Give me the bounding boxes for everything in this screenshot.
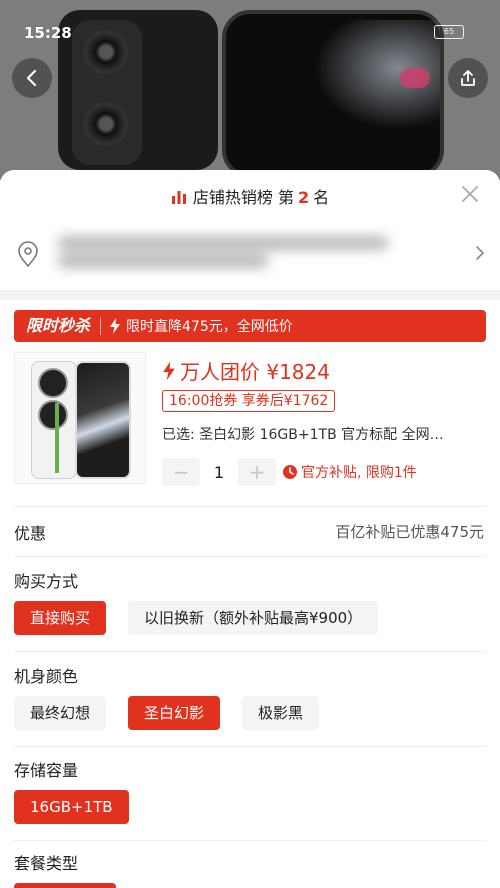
section-divider — [0, 290, 500, 300]
store-ranking[interactable]: 店铺热销榜 第2名 — [0, 184, 500, 208]
discount-row: 优惠 百亿补贴已优惠475元 — [0, 506, 500, 556]
divider — [14, 556, 486, 557]
subsidy-note: 官方补贴, 限购1件 — [282, 462, 417, 482]
status-time: 15:28 — [24, 24, 72, 42]
ranking-prefix: 店铺热销榜 第 — [192, 188, 294, 207]
discount-value: 百亿补贴已优惠475元 — [335, 523, 484, 541]
ranking-suffix: 名 — [313, 188, 330, 207]
divider — [14, 840, 486, 841]
quantity-value[interactable]: 1 — [200, 463, 238, 482]
flash-sale-desc: 限时直降475元，全网低价 — [109, 316, 293, 336]
group-price-text: 万人团价 ¥1824 — [180, 360, 330, 384]
discount-label: 优惠 — [14, 524, 47, 543]
color-option-black[interactable]: 极影黑 — [242, 696, 320, 730]
accent-stripe — [55, 403, 59, 473]
subsidy-text: 官方补贴, 限购1件 — [301, 465, 417, 481]
lightning-icon — [110, 318, 121, 334]
storage-title: 存储容量 — [14, 761, 79, 780]
sku-selection-sheet: 店铺热销榜 第2名 限时秒杀 限时直降475元，全网低价 万人团价 ¥1824 … — [0, 170, 500, 888]
share-button[interactable] — [448, 58, 488, 98]
back-button[interactable] — [12, 58, 52, 98]
address-redacted — [58, 232, 398, 278]
ranking-chart-icon — [171, 191, 186, 204]
close-icon[interactable] — [458, 182, 482, 206]
flash-sale-banner: 限时秒杀 限时直降475元，全网低价 — [14, 310, 486, 342]
package-option[interactable] — [14, 883, 116, 888]
divider — [14, 651, 486, 652]
product-photo-backdrop: 15:28 65 — [0, 0, 500, 180]
option-trade-in[interactable]: 以旧换新（额外补贴最高¥900） — [128, 601, 379, 635]
flash-sale-desc-text: 限时直降475元，全网低价 — [126, 319, 293, 335]
decrement-button[interactable]: − — [162, 458, 200, 486]
flash-sale-tag: 限时秒杀 — [14, 317, 102, 335]
camera-lens — [38, 400, 68, 430]
camera-lens — [82, 100, 130, 148]
selected-sku-summary: 已选: 圣白幻影 16GB+1TB 官方标配 全网… — [162, 427, 444, 443]
color-option-final-fantasy[interactable]: 最终幻想 — [14, 696, 107, 730]
location-pin-icon — [18, 241, 38, 268]
media-toggle[interactable] — [400, 68, 430, 88]
camera-lens — [82, 28, 130, 76]
chevron-right-icon — [476, 246, 485, 260]
color-option-white[interactable]: 圣白幻影 — [128, 696, 221, 730]
shipping-address-row[interactable] — [0, 222, 500, 288]
battery-icon: 65 — [434, 25, 464, 39]
product-thumbnail[interactable] — [14, 352, 146, 484]
body-color-title: 机身颜色 — [14, 667, 79, 686]
lightning-icon — [163, 361, 175, 380]
phone-back-thumb — [31, 361, 77, 479]
camera-lens — [38, 368, 68, 398]
storage-option-16gb-1tb[interactable]: 16GB+1TB — [14, 790, 129, 824]
clock-icon — [283, 465, 297, 479]
share-icon — [461, 70, 475, 86]
coupon-badge[interactable]: 16:00抢券 享券后¥1762 — [162, 390, 336, 412]
increment-button[interactable]: + — [238, 458, 276, 486]
package-title: 套餐类型 — [14, 854, 79, 873]
purchase-method-title: 购买方式 — [14, 572, 79, 591]
option-direct-buy[interactable]: 直接购买 — [14, 601, 107, 635]
ranking-number: 2 — [297, 188, 310, 207]
divider — [14, 746, 486, 747]
quantity-stepper: − 1 + — [162, 458, 276, 486]
phone-front-thumb — [75, 361, 131, 479]
chevron-left-icon — [26, 69, 37, 87]
group-price: 万人团价 ¥1824 — [162, 356, 330, 385]
